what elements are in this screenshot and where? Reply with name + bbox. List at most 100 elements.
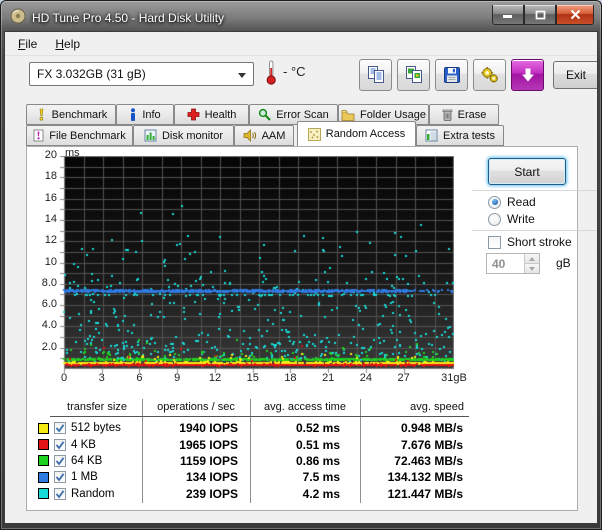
series-color-swatch bbox=[38, 488, 49, 499]
toolbar: FX 3.032GB (31 gB) - °C bbox=[5, 56, 597, 98]
minimize-icon[interactable] bbox=[492, 5, 524, 25]
file-exclamation-icon bbox=[33, 129, 44, 142]
x-tick-label: 27 bbox=[398, 372, 410, 384]
series-checkbox[interactable] bbox=[54, 471, 66, 483]
table-header-row: transfer size operations / sec avg. acce… bbox=[37, 399, 469, 415]
tab-file-benchmark[interactable]: File Benchmark bbox=[26, 125, 133, 146]
y-tick-label: 12 bbox=[45, 234, 57, 246]
series-checkbox[interactable] bbox=[54, 455, 66, 467]
tab-aam[interactable]: AAM bbox=[234, 125, 294, 146]
x-axis-labels: 036912151821242731gB bbox=[27, 372, 497, 386]
y-axis-labels: 2018161412108.06.04.02.0 bbox=[27, 147, 60, 387]
health-cross-icon bbox=[187, 108, 200, 121]
tab-random-access[interactable]: Random Access bbox=[297, 121, 416, 146]
header-operations: operations / sec bbox=[142, 401, 250, 413]
menu-help[interactable]: Help bbox=[46, 34, 89, 54]
exit-button[interactable]: Exit bbox=[553, 61, 598, 89]
x-tick-label: 6 bbox=[136, 372, 142, 384]
spinner-up-icon[interactable] bbox=[524, 254, 539, 263]
series-checkbox[interactable] bbox=[54, 488, 66, 500]
close-icon[interactable] bbox=[556, 5, 594, 25]
start-button[interactable]: Start bbox=[488, 158, 566, 185]
copy-image-icon[interactable] bbox=[397, 59, 430, 91]
tab-label: Error Scan bbox=[276, 109, 329, 121]
tab-extra-tests[interactable]: Extra tests bbox=[416, 125, 504, 146]
header-avg-speed: avg. speed bbox=[360, 401, 469, 413]
access-time-value: 0.52 ms bbox=[250, 421, 360, 435]
caption-buttons bbox=[492, 5, 594, 25]
drive-select-value: FX 3.032GB (31 gB) bbox=[37, 67, 146, 81]
y-tick-label: 2.0 bbox=[42, 341, 57, 353]
temperature-value: - °C bbox=[283, 64, 306, 79]
window-frame: HD Tune Pro 4.50 - Hard Disk Utility Fil… bbox=[0, 0, 602, 530]
series-checkbox[interactable] bbox=[54, 422, 66, 434]
mini-table-icon bbox=[425, 129, 438, 142]
series-label: 1 MB bbox=[71, 471, 98, 483]
x-tick-label: 24 bbox=[360, 372, 372, 384]
y-tick-label: 8.0 bbox=[42, 277, 57, 289]
series-checkbox[interactable] bbox=[54, 439, 66, 451]
speed-value: 0.948 MB/s bbox=[360, 421, 469, 435]
y-tick-label: 20 bbox=[45, 149, 57, 161]
tab-info[interactable]: Info bbox=[116, 104, 174, 125]
table-row: 4 KB 1965 IOPS 0.51 ms 7.676 MB/s bbox=[37, 436, 469, 452]
series-color-swatch bbox=[38, 455, 49, 466]
menu-file[interactable]: File bbox=[9, 34, 46, 54]
access-time-value: 0.86 ms bbox=[250, 454, 360, 468]
header-underline bbox=[50, 416, 469, 417]
access-time-scatter-chart bbox=[56, 156, 454, 377]
read-label: Read bbox=[507, 195, 536, 209]
short-stroke-checkbox[interactable] bbox=[488, 236, 501, 249]
speed-value: 72.463 MB/s bbox=[360, 454, 469, 468]
titlebar: HD Tune Pro 4.50 - Hard Disk Utility bbox=[10, 7, 224, 29]
read-radio[interactable] bbox=[488, 196, 501, 209]
chevron-down-icon bbox=[238, 73, 246, 78]
drive-select-dropdown[interactable]: FX 3.032GB (31 gB) bbox=[29, 62, 254, 86]
magnifier-icon bbox=[258, 108, 271, 121]
separator bbox=[472, 230, 598, 231]
save-icon[interactable] bbox=[435, 59, 468, 91]
separator bbox=[472, 190, 598, 191]
header-access-time: avg. access time bbox=[250, 401, 360, 413]
ops-value: 1940 IOPS bbox=[142, 421, 250, 435]
y-tick-label: 4.0 bbox=[42, 319, 57, 331]
maximize-icon[interactable] bbox=[524, 5, 556, 25]
table-row: Random 239 IOPS 4.2 ms 121.447 MB/s bbox=[37, 486, 469, 502]
tab-health[interactable]: Health bbox=[174, 104, 249, 125]
short-stroke-spinner[interactable]: 40 bbox=[486, 253, 540, 274]
x-tick-label: 3 bbox=[99, 372, 105, 384]
tab-disk-monitor[interactable]: Disk monitor bbox=[133, 125, 234, 146]
table-row: 1 MB 134 IOPS 7.5 ms 134.132 MB/s bbox=[37, 469, 469, 485]
write-radio-row: Write bbox=[488, 212, 535, 226]
table-row: 64 KB 1159 IOPS 0.86 ms 72.463 MB/s bbox=[37, 453, 469, 469]
thermometer-icon bbox=[265, 59, 278, 91]
tab-label: AAM bbox=[262, 130, 286, 142]
access-time-value: 0.51 ms bbox=[250, 438, 360, 452]
tab-label: Erase bbox=[458, 109, 487, 121]
exit-label: Exit bbox=[566, 68, 586, 82]
info-icon bbox=[129, 108, 137, 121]
spinner-buttons bbox=[524, 254, 539, 273]
download-arrow-icon[interactable] bbox=[511, 59, 544, 91]
series-label: 64 KB bbox=[71, 455, 102, 467]
start-label: Start bbox=[514, 165, 539, 179]
access-time-value: 4.2 ms bbox=[250, 487, 360, 501]
spinner-down-icon[interactable] bbox=[524, 263, 539, 273]
x-tick-label: 21 bbox=[322, 372, 334, 384]
window-title: HD Tune Pro 4.50 - Hard Disk Utility bbox=[32, 11, 224, 25]
speed-value: 134.132 MB/s bbox=[360, 470, 469, 484]
options-gears-icon[interactable] bbox=[473, 59, 506, 91]
short-stroke-row: Short stroke bbox=[488, 235, 572, 249]
folder-icon bbox=[341, 109, 355, 121]
tab-benchmark[interactable]: Benchmark bbox=[26, 104, 116, 125]
tab-strip: Benchmark Info Health Error Scan Folder … bbox=[5, 100, 597, 146]
write-radio[interactable] bbox=[488, 213, 501, 226]
write-label: Write bbox=[507, 212, 535, 226]
scatter-dots-icon bbox=[308, 128, 321, 141]
tab-label: File Benchmark bbox=[49, 130, 125, 142]
speed-value: 7.676 MB/s bbox=[360, 438, 469, 452]
ops-value: 134 IOPS bbox=[142, 470, 250, 484]
tab-erase[interactable]: Erase bbox=[429, 104, 499, 125]
copy-text-icon[interactable] bbox=[359, 59, 392, 91]
series-color-swatch bbox=[38, 472, 49, 483]
